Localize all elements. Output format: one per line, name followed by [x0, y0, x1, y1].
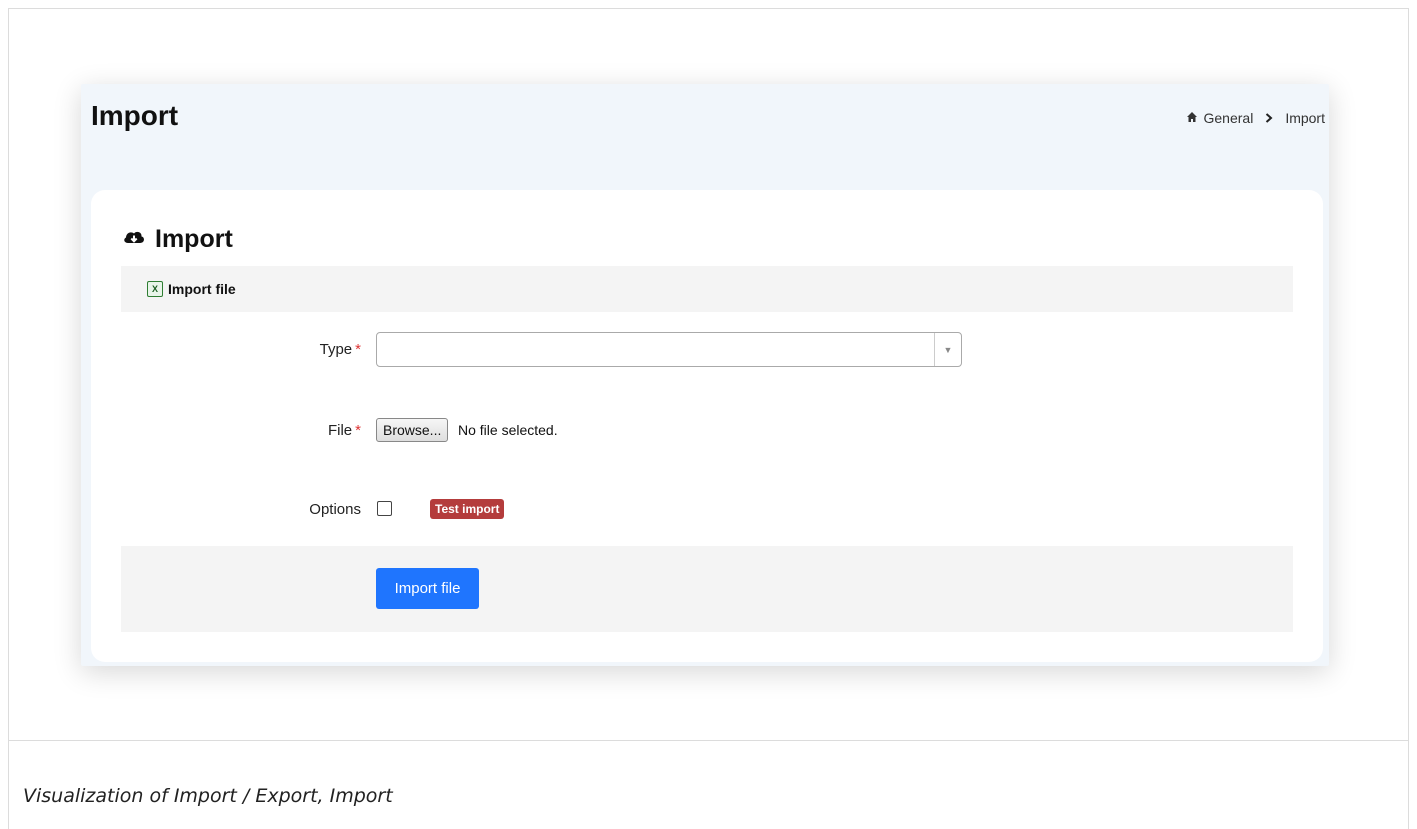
breadcrumb-item-general[interactable]: General — [1204, 110, 1254, 126]
card-title-text: Import — [155, 225, 233, 253]
chevron-right-icon — [1265, 110, 1273, 126]
file-row: File * Browse... No file selected. — [91, 418, 1323, 442]
frame-divider — [8, 740, 1409, 741]
import-card: Import X Import file Type * ▼ File * Brows… — [91, 190, 1323, 662]
section-header: X Import file — [121, 266, 1293, 312]
browse-button[interactable]: Browse... — [376, 418, 449, 442]
screenshot-panel: Import General Import Import X Import fi… — [81, 84, 1329, 666]
frame-border-left — [8, 740, 9, 829]
form-footer: Import file — [121, 546, 1293, 632]
import-file-button[interactable]: Import file — [376, 568, 479, 609]
section-label: Import file — [168, 281, 236, 297]
type-label: Type * — [319, 341, 361, 358]
options-row: Options Test import — [91, 499, 1323, 519]
type-select[interactable]: ▼ — [376, 332, 962, 367]
breadcrumb: General Import — [1186, 110, 1325, 126]
excel-icon: X — [147, 281, 163, 297]
figure-caption: Visualization of Import / Export, Import — [23, 785, 393, 807]
card-title: Import — [123, 225, 233, 254]
test-import-badge: Test import — [430, 499, 505, 519]
breadcrumb-item-import: Import — [1285, 110, 1325, 126]
file-status: No file selected. — [458, 422, 558, 438]
options-label: Options — [309, 500, 361, 518]
cloud-download-icon — [123, 225, 145, 254]
test-import-checkbox[interactable] — [377, 501, 392, 516]
frame-border-right — [1408, 740, 1409, 829]
required-mark: * — [355, 421, 361, 439]
page-title: Import — [91, 100, 179, 131]
dropdown-arrow-icon[interactable]: ▼ — [934, 333, 961, 366]
type-row: Type * ▼ — [91, 332, 1323, 367]
required-mark: * — [355, 341, 361, 358]
file-label: File * — [327, 421, 361, 439]
home-icon — [1186, 110, 1198, 126]
